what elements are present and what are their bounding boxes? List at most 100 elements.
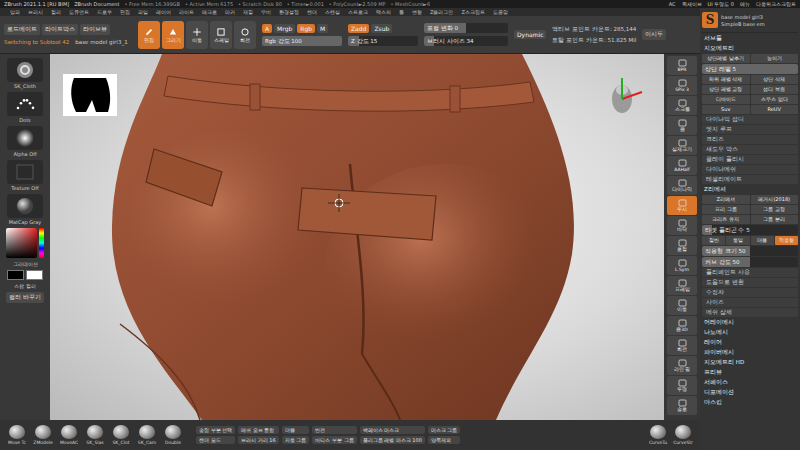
- title-button[interactable]: 메뉴: [740, 0, 750, 8]
- title-button[interactable]: AC: [669, 0, 676, 8]
- view-tool-button[interactable]: 회전: [667, 336, 697, 355]
- tool-logo[interactable]: S: [702, 12, 718, 28]
- view-tool-button[interactable]: 바닥: [667, 216, 697, 235]
- brush-slot[interactable]: SK_Clot: [110, 425, 132, 445]
- panel-button[interactable]: 하위 레벨 삭제: [702, 75, 750, 84]
- menu-item[interactable]: 매크로: [202, 9, 217, 15]
- color-picker[interactable]: [6, 228, 44, 258]
- panel-header[interactable]: 지오메트리 HD: [702, 358, 798, 367]
- brush-slot[interactable]: ZModele: [32, 425, 54, 445]
- panel-item[interactable]: 메쉬 삼제: [702, 308, 798, 317]
- panel-button[interactable]: 스무스 없다: [751, 95, 799, 104]
- view-tool-button[interactable]: BPR: [667, 56, 697, 75]
- quick-button[interactable]: 라이트박스: [42, 24, 78, 35]
- menu-item[interactable]: 스텐실: [325, 9, 340, 15]
- slider[interactable]: Rgb 강도 100: [262, 36, 342, 46]
- z-mode-toggle[interactable]: Zsub: [371, 24, 392, 33]
- tool-name[interactable]: SimpleB base em: [721, 21, 765, 27]
- view-tool-button[interactable]: AAHalf: [667, 156, 697, 175]
- panel-header[interactable]: 프리뷰: [702, 368, 798, 377]
- brush-slot[interactable]: SK_Cam: [136, 425, 158, 445]
- option-button[interactable]: 폴리그룹 레벨 마스크 100: [360, 436, 425, 444]
- menu-item[interactable]: 렌더: [307, 9, 317, 15]
- option-button[interactable]: 브러시 거리 16: [238, 436, 279, 444]
- panel-item[interactable]: 크리즈: [702, 135, 798, 144]
- view-tool-button[interactable]: 프레임: [667, 276, 697, 295]
- view-tool-button[interactable]: 로컬: [667, 236, 697, 255]
- panel-button[interactable]: 상단 레벨 고정: [702, 85, 750, 94]
- panel-button[interactable]: 그룹 고정: [751, 205, 799, 214]
- panel-header[interactable]: 서브툴: [702, 34, 798, 43]
- transform-button[interactable]: 그리기: [162, 21, 184, 49]
- panel-button[interactable]: Suv: [702, 105, 750, 114]
- palette-item[interactable]: Texture Off: [7, 160, 43, 191]
- panel-item[interactable]: 다이나메쉬: [702, 165, 798, 174]
- sculpt-viewport[interactable]: [50, 54, 664, 420]
- panel-header[interactable]: 레이어: [702, 338, 798, 347]
- panel-button[interactable]: 섭디 복원: [751, 85, 799, 94]
- brush-slot[interactable]: Move Tc: [6, 425, 28, 445]
- panel-item[interactable]: 다이나믹 섭디: [702, 115, 798, 124]
- quick-button[interactable]: 라이브뷰: [80, 24, 110, 35]
- axis-gizmo-icon[interactable]: [612, 78, 642, 113]
- panel-item[interactable]: 섀도우 박스: [702, 145, 798, 154]
- view-tool-button[interactable]: 솔로: [667, 396, 697, 415]
- panel-header[interactable]: 나노메시: [702, 328, 798, 337]
- panel-item[interactable]: 폴리페인트 사용: [702, 268, 798, 277]
- panel-button[interactable]: 그룹 분리: [751, 215, 799, 224]
- main-color-swatch[interactable]: [7, 270, 24, 280]
- quick-button[interactable]: 로드메이트: [4, 24, 40, 35]
- menu-item[interactable]: 도큐먼트: [69, 9, 89, 15]
- title-button[interactable]: 다중위크스크립트: [756, 0, 796, 8]
- slider[interactable]: 타겟 폴리곤 수 5: [702, 225, 798, 235]
- palette-label[interactable]: 스왑 컬러: [14, 283, 36, 289]
- option-button[interactable]: 반전: [312, 426, 356, 434]
- view-tool-button[interactable]: 실제크기: [667, 136, 697, 155]
- panel-header[interactable]: Z리메셔: [702, 185, 798, 194]
- menu-item[interactable]: 드로우: [97, 9, 112, 15]
- panel-button[interactable]: 높이기: [751, 54, 799, 63]
- option-button[interactable]: 백페이스 마스크: [360, 426, 425, 434]
- panel-item[interactable]: 수정자: [702, 288, 798, 297]
- option-button[interactable]: 버티스 부분 그룹: [312, 436, 356, 444]
- slider[interactable]: 커브 강도 50: [702, 257, 798, 267]
- title-button[interactable]: 퀵세이브: [682, 0, 702, 8]
- view-tool-button[interactable]: 라인 필: [667, 356, 697, 375]
- menu-item[interactable]: 마커: [225, 9, 235, 15]
- title-button[interactable]: UI 투명도 0: [708, 0, 735, 8]
- panel-header[interactable]: 파이버메시: [702, 348, 798, 357]
- menu-item[interactable]: 알파: [10, 9, 20, 15]
- menu-item[interactable]: 툴: [399, 9, 404, 15]
- panel-button[interactable]: 상단 삭제: [751, 75, 799, 84]
- menu-item[interactable]: 레이어: [156, 9, 171, 15]
- slider[interactable]: Z 강도 15: [348, 36, 418, 46]
- panel-button[interactable]: 상단레벨 낮추기: [702, 54, 750, 63]
- panel-button[interactable]: 절반: [702, 236, 725, 245]
- brush-slot[interactable]: MoveAC: [58, 425, 80, 445]
- panel-header[interactable]: 디포메이션: [702, 388, 798, 397]
- option-button[interactable]: 렌더 모드: [196, 436, 235, 444]
- panel-header[interactable]: 지오메트리: [702, 44, 798, 53]
- brush-slot[interactable]: SK_Slas: [84, 425, 106, 445]
- panel-button[interactable]: 프리 그룹: [702, 205, 750, 214]
- menu-item[interactable]: 라이트: [179, 9, 194, 15]
- hue-bar[interactable]: [39, 228, 44, 258]
- view-tool-button[interactable]: 줌3D: [667, 316, 697, 335]
- panel-button[interactable]: 크리즈 유지: [702, 215, 750, 224]
- switch-color-button[interactable]: 컬러 바꾸기: [6, 292, 44, 303]
- menu-item[interactable]: 환경설정: [279, 9, 299, 15]
- menu-item[interactable]: 무비: [261, 9, 271, 15]
- palette-item[interactable]: Alpha Off: [7, 126, 43, 157]
- panel-header[interactable]: 마스킹: [702, 398, 798, 407]
- brush-slot[interactable]: CurveTu: [647, 425, 669, 445]
- panel-header[interactable]: 어레이메시: [702, 318, 798, 327]
- palette-item[interactable]: MatCap Gray: [7, 194, 43, 225]
- pants-model[interactable]: [112, 54, 574, 420]
- panel-button[interactable]: 적응형: [775, 236, 798, 245]
- menu-item[interactable]: 텍스처: [376, 9, 391, 15]
- view-tool-button[interactable]: 줌: [667, 116, 697, 135]
- brush-slot[interactable]: Double: [162, 425, 184, 445]
- panel-item[interactable]: 테셀리메이트: [702, 175, 798, 184]
- menu-item[interactable]: Z플러그인: [430, 9, 453, 15]
- menu-item[interactable]: 스트로크: [348, 9, 368, 15]
